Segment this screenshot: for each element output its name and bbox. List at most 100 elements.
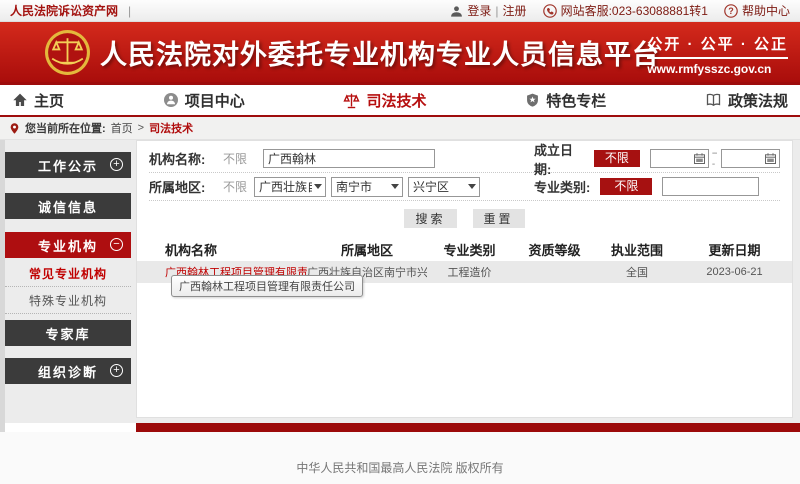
calendar-icon <box>765 153 776 164</box>
question-icon: ? <box>724 4 738 18</box>
reset-button[interactable]: 重置 <box>473 209 525 228</box>
shield-star-icon <box>525 92 540 108</box>
nav-label: 司法技术 <box>366 90 426 111</box>
sidebar-item-label: 诚信信息 <box>38 197 98 216</box>
sidebar-item-expert-library[interactable]: 专家库 <box>5 320 131 346</box>
nav-label: 特色专栏 <box>546 90 606 111</box>
site-url: www.rmfysszc.gov.cn <box>647 62 788 76</box>
page: 人民法院诉讼资产网 | 登录 | 注册 网站客服:023-63088881转1 … <box>0 0 800 484</box>
sidebar-submenu: 常见专业机构 特殊专业机构 <box>5 260 131 314</box>
sidebar-item-label: 专家库 <box>45 324 90 343</box>
column-header-grade: 资质等级 <box>512 240 597 259</box>
slogan: 公开 · 公平 · 公正 <box>647 33 788 59</box>
sidebar-item-professional-institutions[interactable]: 专业机构 − <box>5 232 131 258</box>
login-link[interactable]: 登录 <box>467 2 491 19</box>
org-name-any-option[interactable]: 不限 <box>223 150 249 167</box>
district-select[interactable]: 兴宁区 <box>408 177 480 197</box>
main-nav: 主页 项目中心 司法技术 特色专栏 政策法规 <box>0 82 800 115</box>
register-link[interactable]: 注册 <box>503 2 527 19</box>
founded-date-start-input[interactable] <box>650 149 709 168</box>
column-header-category: 专业类别 <box>427 240 512 259</box>
city-selected-value: 南宁市 <box>336 178 372 195</box>
category-any-button[interactable]: 不限 <box>600 178 652 195</box>
region-label: 所属地区: <box>149 177 211 196</box>
scales-icon <box>343 92 360 109</box>
founded-any-button[interactable]: 不限 <box>594 150 640 167</box>
sidebar-item-integrity-info[interactable]: 诚信信息 <box>5 193 131 219</box>
submenu-item-common-institutions[interactable]: 常见专业机构 <box>5 260 131 287</box>
location-pin-icon <box>9 122 20 135</box>
hotline-text: 网站客服:023-63088881转1 <box>561 2 708 19</box>
region-any-option[interactable]: 不限 <box>223 178 249 195</box>
home-icon <box>12 92 28 108</box>
phone-icon <box>543 4 557 18</box>
login-register: 登录 | 注册 <box>450 2 526 19</box>
nav-item-policies[interactable]: 政策法规 <box>705 90 788 111</box>
top-utility-bar: 人民法院诉讼资产网 | 登录 | 注册 网站客服:023-63088881转1 … <box>0 0 800 22</box>
city-select[interactable]: 南宁市 <box>331 177 403 197</box>
sidebar-item-work-publicity[interactable]: 工作公示 + <box>5 152 131 178</box>
column-header-scope: 执业范围 <box>597 240 677 259</box>
founded-date-group: 成立日期: 不限 --- <box>534 140 780 178</box>
topbar-left: 人民法院诉讼资产网 | <box>10 2 131 19</box>
expand-minus-icon[interactable]: − <box>110 238 123 251</box>
expand-plus-icon[interactable]: + <box>110 364 123 377</box>
site-banner: 人民法院对外委托专业机构专业人员信息平台 公开 · 公平 · 公正 www.rm… <box>0 22 800 82</box>
org-name-label: 机构名称: <box>149 149 211 168</box>
cell-scope: 全国 <box>597 264 677 280</box>
book-icon <box>705 92 722 108</box>
sidebar-item-organization-diagnosis[interactable]: 组织诊断 + <box>5 358 131 384</box>
court-emblem-logo <box>44 29 91 76</box>
table-header-row: 机构名称 所属地区 专业类别 资质等级 执业范围 更新日期 <box>137 237 792 261</box>
founded-date-end-input[interactable] <box>721 149 780 168</box>
main-panel: 机构名称: 不限 成立日期: 不限 --- 所属地区: 不限 广西壮族自治 <box>136 140 793 418</box>
nav-item-judicial-tech[interactable]: 司法技术 <box>343 90 426 111</box>
submenu-item-special-institutions[interactable]: 特殊专业机构 <box>5 287 131 314</box>
founded-date-label: 成立日期: <box>534 140 584 178</box>
svg-text:?: ? <box>728 6 734 16</box>
help-center-link[interactable]: ? 帮助中心 <box>724 2 790 19</box>
hotline: 网站客服:023-63088881转1 <box>543 2 708 19</box>
site-title: 人民法院对外委托专业机构专业人员信息平台 <box>100 33 660 72</box>
sidebar-item-label: 组织诊断 <box>38 362 98 381</box>
org-name-input[interactable] <box>263 149 435 168</box>
nav-item-special-column[interactable]: 特色专栏 <box>525 90 606 111</box>
category-input[interactable] <box>662 177 759 196</box>
form-row-2: 所属地区: 不限 广西壮族自治 南宁市 兴宁区 专业类别: 不限 <box>149 173 780 201</box>
topbar-right: 登录 | 注册 网站客服:023-63088881转1 ? 帮助中心 <box>450 2 790 19</box>
breadcrumb-home-link[interactable]: 首页 <box>111 120 133 136</box>
project-center-icon <box>163 92 179 108</box>
sidebar-item-label: 专业机构 <box>38 236 98 255</box>
form-row-1: 机构名称: 不限 成立日期: 不限 --- <box>149 145 780 173</box>
province-select[interactable]: 广西壮族自治 <box>254 177 326 197</box>
site-name-link[interactable]: 人民法院诉讼资产网 <box>10 2 118 19</box>
search-button[interactable]: 搜索 <box>404 209 456 228</box>
expand-plus-icon[interactable]: + <box>110 158 123 171</box>
sidebar-item-label: 工作公示 <box>38 156 98 175</box>
breadcrumb-separator: > <box>138 122 144 134</box>
banner-right: 公开 · 公平 · 公正 www.rmfysszc.gov.cn <box>647 33 788 76</box>
cell-updated: 2023-06-21 <box>677 266 792 278</box>
chevron-down-icon <box>391 184 399 189</box>
form-buttons: 搜索 重置 <box>137 209 792 228</box>
topbar-divider: | <box>128 4 131 18</box>
breadcrumb: 您当前所在位置: 首页 > 司法技术 <box>0 115 800 140</box>
province-selected-value: 广西壮族自治 <box>259 178 312 195</box>
date-range-separator: --- <box>712 148 718 170</box>
nav-item-project-center[interactable]: 项目中心 <box>163 90 245 111</box>
nav-label: 政策法规 <box>728 90 788 111</box>
user-icon <box>450 5 463 17</box>
column-header-updated: 更新日期 <box>677 240 792 259</box>
district-selected-value: 兴宁区 <box>413 178 449 195</box>
bottom-red-bar <box>136 423 800 432</box>
nav-item-home[interactable]: 主页 <box>12 90 64 111</box>
category-label: 专业类别: <box>534 177 590 196</box>
column-header-org-name: 机构名称 <box>137 240 307 259</box>
page-footer: 中华人民共和国最高人民法院 版权所有 <box>0 432 800 484</box>
nav-label: 主页 <box>34 90 64 111</box>
org-name-tooltip: 广西翰林工程项目管理有限责任公司 <box>171 275 363 297</box>
column-header-region: 所属地区 <box>307 240 427 259</box>
cell-category: 工程造价 <box>427 264 512 280</box>
breadcrumb-current[interactable]: 司法技术 <box>149 120 193 136</box>
copyright-text: 中华人民共和国最高人民法院 版权所有 <box>296 459 503 476</box>
